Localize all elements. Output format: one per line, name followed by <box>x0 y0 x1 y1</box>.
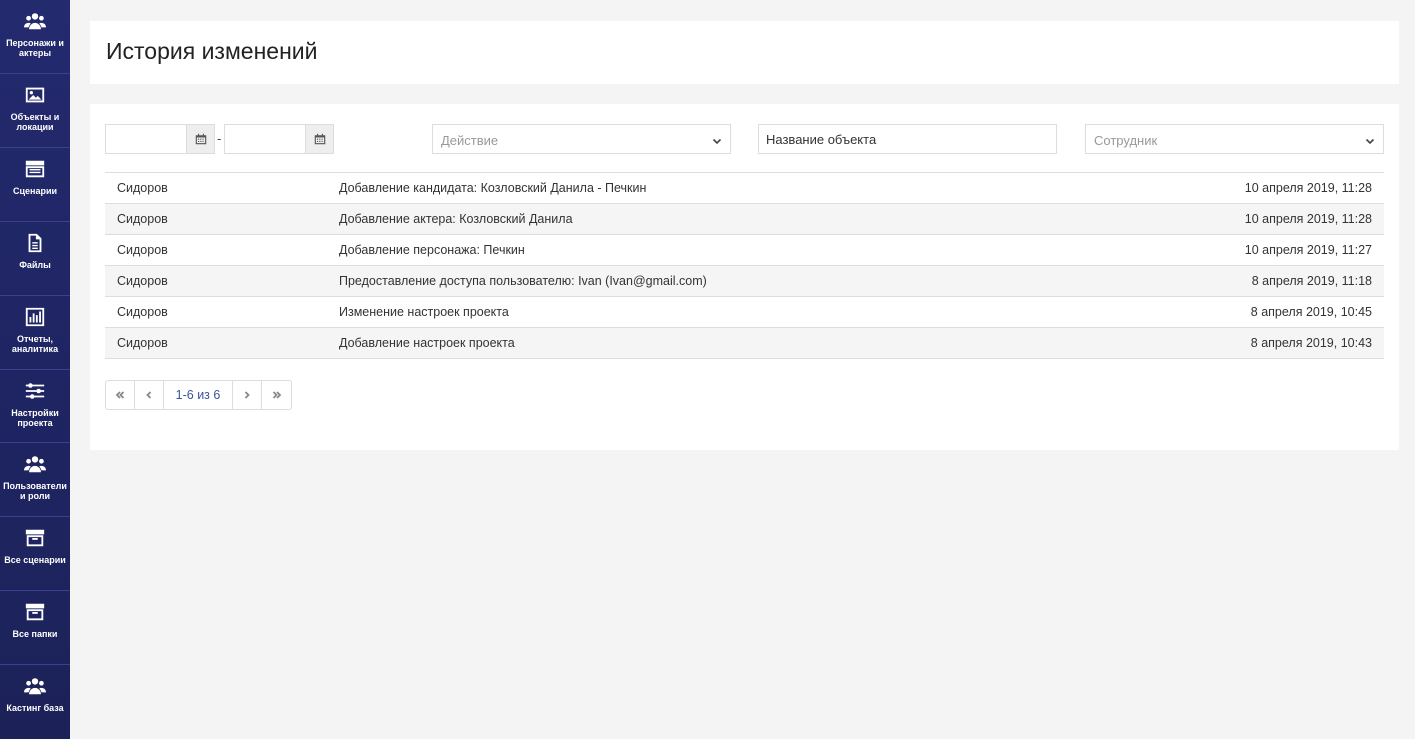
row-action: Добавление актера: Козловский Данила <box>339 212 573 226</box>
row-action: Изменение настроек проекта <box>339 305 509 319</box>
sidebar-item-all-folders[interactable]: Все папки <box>0 591 70 666</box>
row-user: Сидоров <box>117 181 168 195</box>
sidebar-item-label: Все сценарии <box>4 555 66 566</box>
double-chevron-right-icon <box>272 391 281 399</box>
action-select[interactable]: Действие <box>432 124 731 154</box>
sidebar-item-label: Настройки проекта <box>11 407 59 428</box>
header-card: История изменений <box>90 21 1399 84</box>
sidebar-item-characters-actors[interactable]: Персонажи и актеры <box>0 0 70 74</box>
sidebar-item-all-scripts[interactable]: Все сценарии <box>0 517 70 592</box>
row-date: 10 апреля 2019, 11:28 <box>1244 212 1372 226</box>
row-date: 8 апреля 2019, 10:43 <box>1250 336 1372 350</box>
clapperboard-icon <box>24 158 46 180</box>
last-page-button[interactable] <box>262 381 291 409</box>
row-action: Добавление настроек проекта <box>339 336 515 350</box>
page-title: История изменений <box>106 38 318 64</box>
sliders-icon <box>24 380 46 402</box>
chevron-down-icon <box>712 134 722 145</box>
chevron-left-icon <box>146 391 152 399</box>
filter-row: - Действие Название объекта Сотрудник <box>105 124 1384 154</box>
users-icon <box>24 675 46 697</box>
sidebar: Персонажи и актеры Объекты и локации Сце… <box>0 0 70 739</box>
table-row[interactable]: Сидоров Добавление персонажа: Печкин 10 … <box>105 235 1384 266</box>
row-user: Сидоров <box>117 212 168 226</box>
users-icon <box>24 453 46 475</box>
date-separator: - <box>217 131 222 146</box>
row-user: Сидоров <box>117 336 168 350</box>
action-select-placeholder: Действие <box>441 133 499 148</box>
sidebar-item-objects-locations[interactable]: Объекты и локации <box>0 74 70 148</box>
next-page-button[interactable] <box>233 381 262 409</box>
date-to-field[interactable] <box>224 124 334 154</box>
date-from-field[interactable] <box>105 124 215 154</box>
object-name-input[interactable]: Название объекта <box>758 124 1057 154</box>
page-info: 1-6 из 6 <box>164 381 233 409</box>
history-table: Сидоров Добавление кандидата: Козловский… <box>105 172 1384 359</box>
row-user: Сидоров <box>117 274 168 288</box>
sidebar-item-scripts[interactable]: Сценарии <box>0 148 70 222</box>
row-action: Предоставление доступа пользователю: Iva… <box>339 274 707 288</box>
employee-select[interactable]: Сотрудник <box>1085 124 1384 154</box>
sidebar-item-label: Объекты и локации <box>10 111 60 132</box>
employee-select-placeholder: Сотрудник <box>1094 133 1158 148</box>
sidebar-item-label: Сценарии <box>12 185 58 196</box>
row-user: Сидоров <box>117 243 168 257</box>
users-icon <box>24 10 46 32</box>
content-card: - Действие Название объекта Сотрудник Си… <box>90 104 1399 450</box>
archive-icon <box>24 527 46 549</box>
sidebar-item-label: Все папки <box>12 629 58 640</box>
double-chevron-left-icon <box>115 391 125 399</box>
sidebar-item-label: Файлы <box>19 259 51 270</box>
row-user: Сидоров <box>117 305 168 319</box>
sidebar-item-label: Пользователи и роли <box>3 481 67 502</box>
sidebar-item-casting-base[interactable]: Кастинг база <box>0 665 70 739</box>
file-icon <box>24 232 46 254</box>
table-row[interactable]: Сидоров Добавление актера: Козловский Да… <box>105 204 1384 235</box>
sidebar-item-label: Кастинг база <box>6 703 64 714</box>
chevron-right-icon <box>244 391 250 399</box>
bar-chart-icon <box>24 306 46 328</box>
sidebar-item-reports[interactable]: Отчеты, аналитика <box>0 296 70 370</box>
table-row[interactable]: Сидоров Добавление кандидата: Козловский… <box>105 173 1384 204</box>
table-row[interactable]: Сидоров Изменение настроек проекта 8 апр… <box>105 297 1384 328</box>
archive-icon <box>24 601 46 623</box>
table-row[interactable]: Сидоров Добавление настроек проекта 8 ап… <box>105 328 1384 359</box>
row-date: 10 апреля 2019, 11:27 <box>1244 243 1372 257</box>
row-date: 8 апреля 2019, 11:18 <box>1251 274 1372 288</box>
chevron-down-icon <box>1365 134 1375 145</box>
row-action: Добавление персонажа: Печкин <box>339 243 525 257</box>
sidebar-item-project-settings[interactable]: Настройки проекта <box>0 370 70 444</box>
pagination: 1-6 из 6 <box>105 380 292 410</box>
object-name-value: Название объекта <box>766 132 877 147</box>
first-page-button[interactable] <box>106 381 135 409</box>
sidebar-item-users-roles[interactable]: Пользователи и роли <box>0 443 70 518</box>
row-action: Добавление кандидата: Козловский Данила … <box>339 181 647 195</box>
calendar-icon[interactable] <box>305 125 333 153</box>
calendar-icon[interactable] <box>186 125 214 153</box>
row-date: 10 апреля 2019, 11:28 <box>1244 181 1372 195</box>
prev-page-button[interactable] <box>135 381 164 409</box>
table-row[interactable]: Сидоров Предоставление доступа пользоват… <box>105 266 1384 297</box>
image-icon <box>24 84 46 106</box>
row-date: 8 апреля 2019, 10:45 <box>1250 305 1372 319</box>
sidebar-item-files[interactable]: Файлы <box>0 222 70 296</box>
sidebar-item-label: Отчеты, аналитика <box>11 333 59 354</box>
sidebar-item-label: Персонажи и актеры <box>6 38 64 58</box>
